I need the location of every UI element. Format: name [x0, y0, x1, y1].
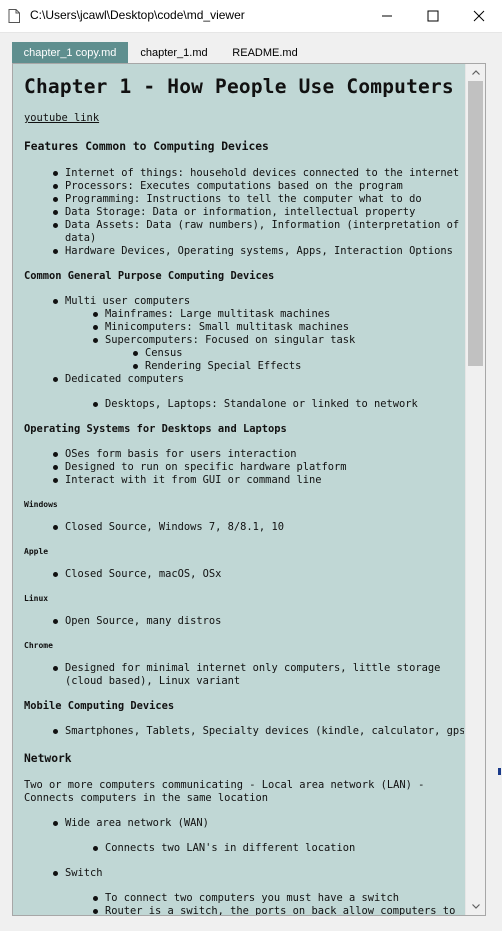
- paragraph-line: Connects computers in the same location: [24, 792, 268, 804]
- list-item: Desktops, Laptops: Standalone or linked …: [93, 398, 418, 411]
- list-item: Programming: Instructions to tell the co…: [53, 193, 422, 206]
- scroll-down-button[interactable]: [466, 898, 485, 915]
- list-item: Rendering Special Effects: [133, 360, 301, 373]
- vertical-scrollbar[interactable]: [465, 64, 485, 915]
- list-item: Open Source, many distros: [53, 615, 221, 628]
- list-item: Router is a switch, the ports on back al…: [93, 905, 455, 915]
- paragraph-line: Two or more computers communicating - Lo…: [24, 779, 425, 791]
- subheading-apple: Apple: [24, 547, 49, 556]
- list-item: Minicomputers: Small multitask machines: [93, 321, 349, 334]
- list-item-continuation: data): [65, 232, 97, 244]
- list-item: Hardware Devices, Operating systems, App…: [53, 245, 453, 258]
- section-heading: Common General Purpose Computing Devices: [24, 270, 275, 282]
- list-item: Processors: Executes computations based …: [53, 180, 403, 193]
- youtube-link[interactable]: youtube link: [24, 112, 99, 125]
- list-item: Smartphones, Tablets, Specialty devices …: [53, 725, 464, 738]
- scrollbar-thumb[interactable]: [468, 81, 483, 366]
- close-button[interactable]: [456, 0, 502, 32]
- list-item: OSes form basis for users interaction: [53, 448, 296, 461]
- section-heading: Mobile Computing Devices: [24, 700, 175, 712]
- list-item: Interact with it from GUI or command lin…: [53, 474, 321, 487]
- window-edge-marker: [498, 768, 501, 775]
- list-item: Data Storage: Data or information, intel…: [53, 206, 415, 219]
- close-icon: [473, 10, 485, 22]
- list-item: Multi user computers: [53, 295, 190, 308]
- section-heading: Operating Systems for Desktops and Lapto…: [24, 423, 287, 435]
- document-content: Chapter 1 - How People Use Computers you…: [24, 64, 464, 915]
- list-item-continuation: (cloud based), Linux variant: [65, 675, 241, 687]
- title-bar: C:\Users\jcawl\Desktop\code\md_viewer: [0, 0, 502, 33]
- list-item: Census: [133, 347, 183, 360]
- scroll-up-button[interactable]: [466, 64, 485, 81]
- list-item: Wide area network (WAN): [53, 817, 209, 830]
- list-item: To connect two computers you must have a…: [93, 892, 399, 905]
- page-title: Chapter 1 - How People Use Computers: [24, 75, 454, 98]
- file-icon: [8, 9, 20, 23]
- subheading-chrome: Chrome: [24, 641, 53, 650]
- list-item: Internet of things: household devices co…: [53, 167, 459, 180]
- list-item: Switch: [53, 867, 103, 880]
- list-item: Designed to run on specific hardware pla…: [53, 461, 347, 474]
- window-title: C:\Users\jcawl\Desktop\code\md_viewer: [30, 8, 245, 22]
- chevron-down-icon: [471, 904, 480, 909]
- list-item: Mainframes: Large multitask machines: [93, 308, 330, 321]
- markdown-viewer[interactable]: Chapter 1 - How People Use Computers you…: [12, 63, 486, 916]
- minimize-button[interactable]: [364, 0, 410, 32]
- maximize-icon: [427, 10, 439, 22]
- list-item: Data Assets: Data (raw numbers), Informa…: [53, 219, 459, 232]
- list-item: Closed Source, Windows 7, 8/8.1, 10: [53, 521, 284, 534]
- tab-readme[interactable]: README.md: [220, 42, 310, 63]
- list-item: Designed for minimal internet only compu…: [53, 662, 440, 675]
- list-item: Supercomputers: Focused on singular task: [93, 334, 355, 347]
- section-heading: Features Common to Computing Devices: [24, 140, 269, 153]
- subheading-windows: Windows: [24, 500, 58, 509]
- list-item: Dedicated computers: [53, 373, 184, 386]
- list-item: Connects two LAN's in different location: [93, 842, 355, 855]
- section-heading: Network: [24, 752, 72, 765]
- tab-chapter-1[interactable]: chapter_1.md: [128, 42, 220, 63]
- tab-chapter-1-copy[interactable]: chapter_1 copy.md: [12, 42, 128, 63]
- chevron-up-icon: [471, 70, 480, 75]
- list-item: Closed Source, macOS, OSx: [53, 568, 221, 581]
- maximize-button[interactable]: [410, 0, 456, 32]
- subheading-linux: Linux: [24, 594, 49, 603]
- minimize-icon: [382, 15, 392, 17]
- tab-bar: chapter_1 copy.md chapter_1.md README.md: [12, 42, 490, 63]
